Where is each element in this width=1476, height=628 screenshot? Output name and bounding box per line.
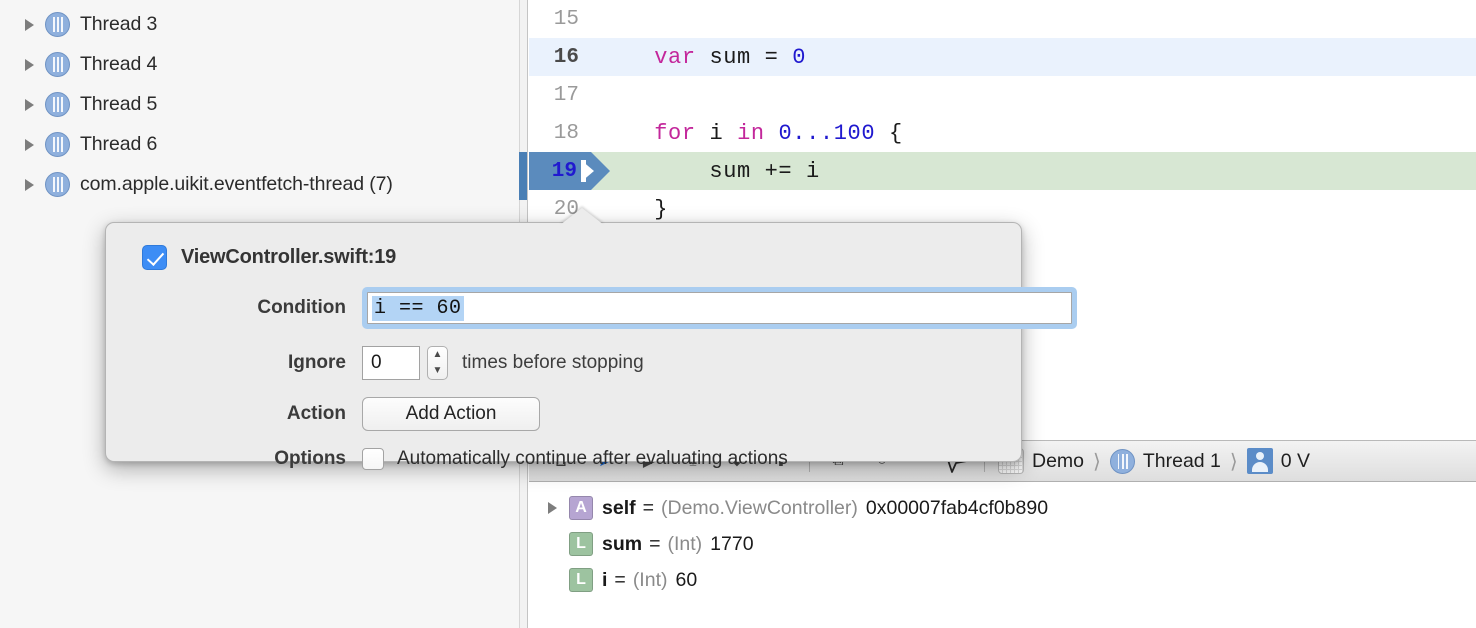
breakpoint-enabled-checkbox[interactable] bbox=[142, 245, 167, 270]
code-line[interactable]: 16 var sum = 0 bbox=[529, 38, 1476, 76]
line-number-gutter: 19 bbox=[551, 159, 577, 183]
program-counter-arrow-icon bbox=[581, 160, 594, 182]
xcode-debug-window: Thread 3 Thread 4 Thread 5 Thread 6 com.… bbox=[0, 0, 1476, 628]
thread-icon bbox=[45, 91, 70, 117]
action-row: Action Add Action bbox=[106, 397, 1021, 431]
local-badge-icon: L bbox=[569, 532, 593, 556]
condition-label: Condition bbox=[257, 297, 346, 318]
code-line[interactable]: 18 for i in 0...100 { bbox=[529, 114, 1476, 152]
variable-row[interactable]: L sum = (Int) 1770 bbox=[529, 526, 1476, 562]
condition-row: Condition i == 60 bbox=[106, 287, 1077, 329]
popover-title-row: ViewController.swift:19 bbox=[106, 223, 1021, 270]
argument-badge-icon: A bbox=[569, 496, 593, 520]
jumpbar-project-label: Demo bbox=[1032, 449, 1085, 472]
thread-icon bbox=[45, 11, 70, 37]
ignore-label: Ignore bbox=[287, 352, 346, 373]
variable-name: self bbox=[602, 496, 636, 519]
navigator-scrollbar-thumb[interactable] bbox=[519, 152, 527, 200]
variable-equals: = bbox=[649, 532, 661, 555]
thread-label: Thread 6 bbox=[80, 132, 158, 155]
stack-frame-icon bbox=[1246, 448, 1273, 474]
jumpbar-thread-label: Thread 1 bbox=[1142, 449, 1221, 472]
variable-row[interactable]: A self = (Demo.ViewController) 0x00007fa… bbox=[529, 490, 1476, 526]
thread-icon bbox=[45, 51, 70, 77]
variable-name: sum bbox=[602, 532, 643, 555]
ignore-row: Ignore 0 ▲ ▼ times before stopping bbox=[106, 346, 1021, 380]
variable-value: 60 bbox=[675, 568, 698, 591]
local-badge-icon: L bbox=[569, 568, 593, 592]
auto-continue-label: Automatically continue after evaluating … bbox=[397, 448, 788, 469]
action-label: Action bbox=[286, 403, 346, 424]
jumpbar-item-frame[interactable]: 0 V bbox=[1244, 448, 1313, 474]
variable-row[interactable]: L i = (Int) 60 bbox=[529, 562, 1476, 598]
disclosure-triangle-icon[interactable] bbox=[22, 176, 38, 192]
thread-icon bbox=[45, 131, 70, 157]
popover-arrow bbox=[560, 208, 604, 225]
disclosure-triangle-icon[interactable] bbox=[22, 136, 38, 152]
variable-equals: = bbox=[642, 496, 654, 519]
ignore-suffix-label: times before stopping bbox=[462, 352, 644, 373]
ignore-count-input[interactable]: 0 bbox=[362, 346, 420, 380]
options-row: Options Automatically continue after eva… bbox=[106, 448, 1021, 470]
code-line-text: sum += i bbox=[599, 158, 820, 184]
code-line-stopped[interactable]: 19 sum += i bbox=[529, 152, 1476, 190]
jumpbar-item-thread[interactable]: Thread 1 bbox=[1107, 448, 1224, 474]
thread-label: Thread 4 bbox=[80, 52, 158, 75]
line-number-gutter[interactable]: 16 bbox=[529, 38, 591, 76]
thread-icon bbox=[45, 171, 70, 197]
stepper-up-icon[interactable]: ▲ bbox=[433, 350, 443, 360]
variable-equals: = bbox=[614, 568, 626, 591]
thread-list-item[interactable]: Thread 5 bbox=[0, 84, 520, 124]
disclosure-triangle-icon[interactable] bbox=[22, 56, 38, 72]
variable-name: i bbox=[602, 568, 608, 591]
auto-continue-checkbox[interactable] bbox=[362, 448, 384, 470]
thread-list-item[interactable]: Thread 3 bbox=[0, 4, 520, 44]
thread-list-item[interactable]: Thread 6 bbox=[0, 124, 520, 164]
options-label: Options bbox=[274, 448, 346, 469]
disclosure-triangle-icon[interactable] bbox=[22, 96, 38, 112]
thread-icon bbox=[1109, 448, 1135, 474]
variable-type: (Int) bbox=[632, 568, 668, 591]
chevron-right-icon: ⟩ bbox=[1229, 450, 1238, 473]
stepper-down-icon[interactable]: ▼ bbox=[433, 366, 443, 376]
thread-label: Thread 5 bbox=[80, 92, 158, 115]
debug-jump-bar: Demo ⟩ Thread 1 ⟩ 0 V bbox=[995, 441, 1313, 481]
condition-input[interactable]: i == 60 bbox=[367, 292, 1072, 324]
ignore-count-stepper[interactable]: ▲ ▼ bbox=[427, 346, 448, 380]
thread-list-item[interactable]: com.apple.uikit.eventfetch-thread (7) bbox=[0, 164, 520, 204]
thread-list-item[interactable]: Thread 4 bbox=[0, 44, 520, 84]
thread-list: Thread 3 Thread 4 Thread 5 Thread 6 com.… bbox=[0, 0, 520, 204]
breakpoint-marker[interactable]: 19 bbox=[529, 152, 610, 190]
breakpoint-edit-popover: ViewController.swift:19 Condition i == 6… bbox=[105, 222, 1077, 470]
jumpbar-frame-label: 0 V bbox=[1280, 449, 1310, 472]
code-line[interactable]: 17 bbox=[529, 76, 1476, 114]
variable-type: (Demo.ViewController) bbox=[661, 496, 858, 519]
variable-type: (Int) bbox=[667, 532, 703, 555]
thread-label: Thread 3 bbox=[80, 12, 158, 35]
thread-label: com.apple.uikit.eventfetch-thread (7) bbox=[80, 172, 393, 195]
add-action-button[interactable]: Add Action bbox=[362, 397, 540, 431]
variable-value: 1770 bbox=[710, 532, 754, 555]
code-line-text: for i in 0...100 { bbox=[654, 120, 903, 146]
code-line-text: var sum = 0 bbox=[654, 44, 807, 70]
code-line[interactable]: 15 bbox=[529, 0, 1476, 38]
line-number-gutter[interactable]: 17 bbox=[529, 76, 591, 114]
condition-focus-ring: i == 60 bbox=[362, 287, 1077, 329]
variable-value: 0x00007fab4cf0b890 bbox=[865, 496, 1049, 519]
disclosure-triangle-icon[interactable] bbox=[22, 16, 38, 32]
line-number-gutter[interactable]: 18 bbox=[529, 114, 591, 152]
condition-value: i == 60 bbox=[372, 295, 464, 321]
chevron-right-icon: ⟩ bbox=[1093, 450, 1101, 473]
line-number-gutter[interactable]: 15 bbox=[529, 0, 591, 38]
variables-view: A self = (Demo.ViewController) 0x00007fa… bbox=[529, 482, 1476, 628]
breakpoint-title: ViewController.swift:19 bbox=[181, 246, 397, 268]
disclosure-triangle-icon[interactable] bbox=[545, 499, 563, 517]
